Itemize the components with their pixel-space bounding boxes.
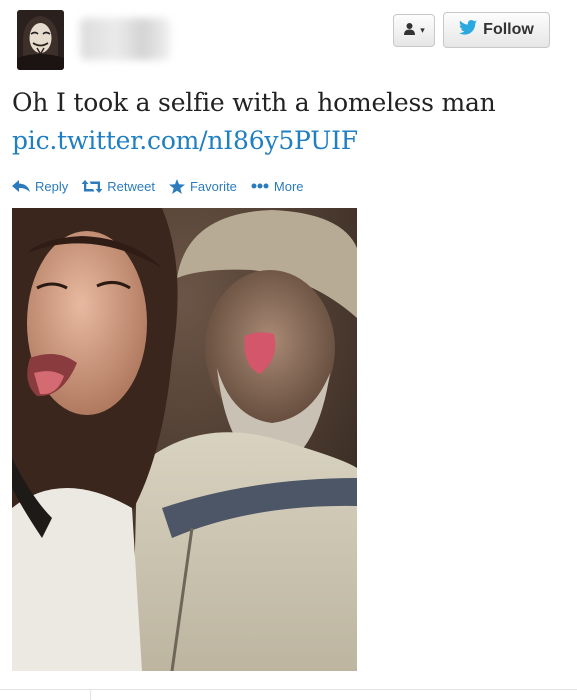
follow-button[interactable]: Follow — [443, 12, 550, 48]
user-actions-dropdown[interactable]: ▾ — [393, 14, 435, 47]
retweet-label: Retweet — [107, 178, 155, 194]
tweet-photo[interactable] — [12, 208, 357, 671]
reply-button[interactable]: Reply — [12, 179, 68, 194]
star-icon — [168, 178, 185, 194]
more-label: More — [273, 178, 304, 194]
favorite-button[interactable]: Favorite — [168, 178, 237, 194]
caret-down-icon: ▾ — [420, 25, 425, 35]
favorite-label: Favorite — [189, 178, 237, 194]
twitter-bird-icon — [459, 20, 478, 40]
more-dots-icon — [251, 183, 269, 189]
tweet-text: Oh I took a selfie with a homeless man — [12, 88, 496, 117]
divider-tick — [90, 689, 91, 700]
tweet-card: ▾ Follow Oh I took a selfie with a homel… — [0, 0, 577, 700]
follow-label: Follow — [483, 21, 534, 38]
avatar[interactable] — [17, 10, 64, 70]
more-button[interactable]: More — [251, 179, 304, 194]
retweet-button[interactable]: Retweet — [82, 179, 155, 194]
person-icon — [403, 22, 416, 40]
reply-label: Reply — [35, 178, 69, 194]
divider — [0, 689, 577, 690]
blurred-username — [80, 18, 170, 60]
reply-arrow-icon — [12, 180, 30, 192]
tweet-actions: Reply Retweet Favorite More — [12, 176, 318, 196]
tweet-media-link[interactable]: pic.twitter.com/nI86y5PUIF — [12, 126, 358, 155]
retweet-icon — [82, 179, 103, 193]
